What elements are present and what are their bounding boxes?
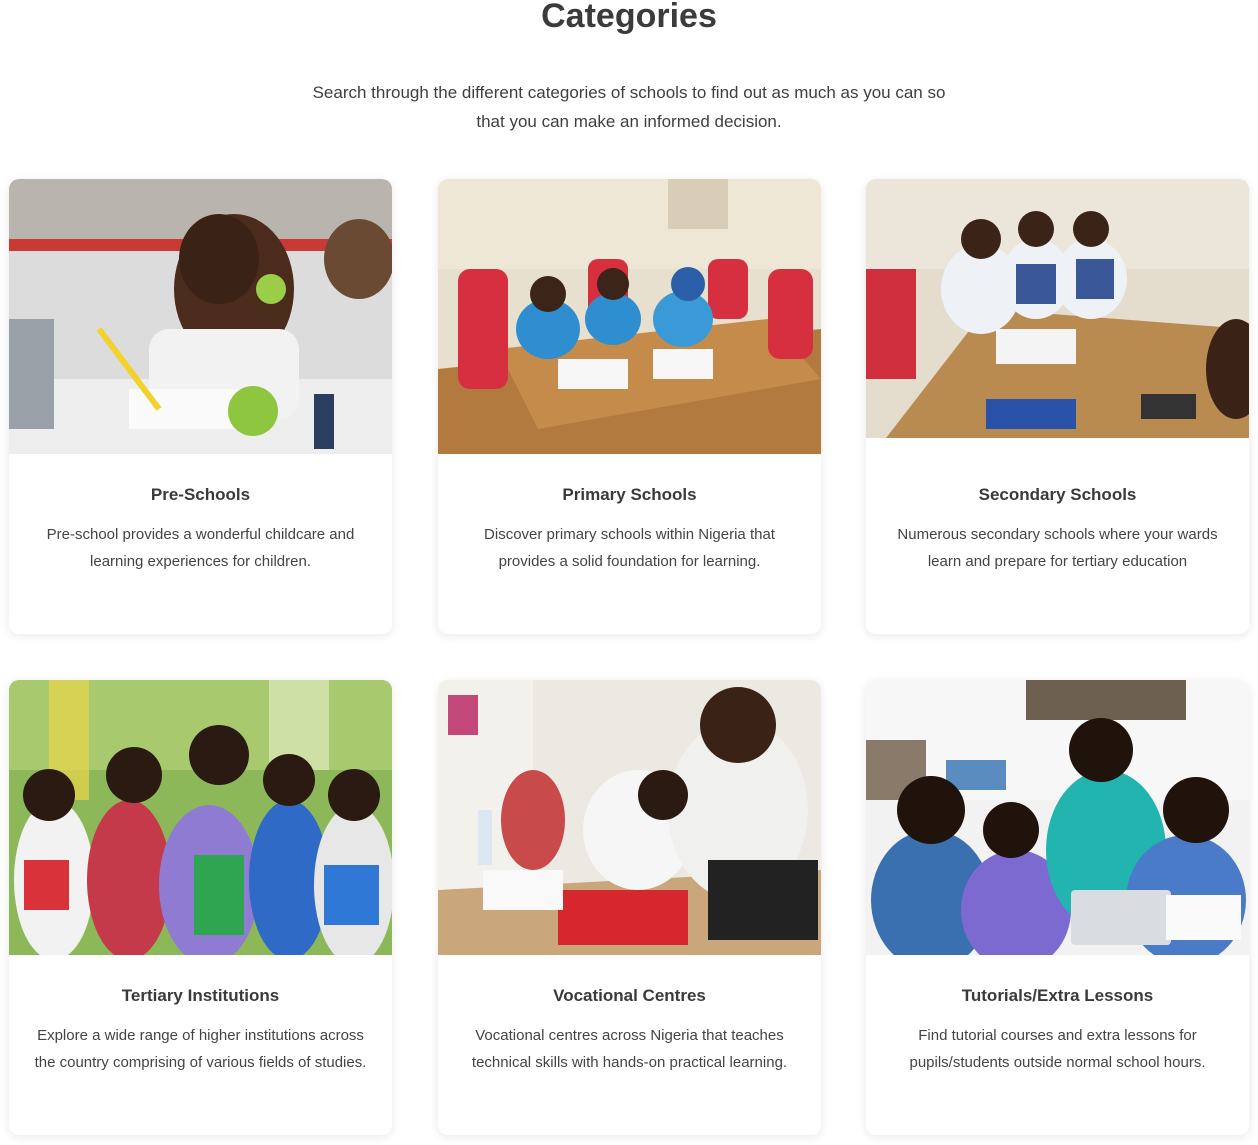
card-description: Explore a wide range of higher instituti… xyxy=(34,1027,367,1071)
category-card-primary-schools[interactable]: Primary Schools Discover primary schools… xyxy=(438,179,821,634)
primary-school-photo[interactable] xyxy=(438,179,821,454)
card-title: Pre-Schools xyxy=(150,485,251,504)
categories-page: Categories Search through the different … xyxy=(0,0,1258,1145)
preschool-photo[interactable] xyxy=(9,179,392,454)
card-description: Find tutorial courses and extra lessons … xyxy=(909,1027,1206,1071)
category-card-secondary-schools[interactable]: Secondary Schools Numerous secondary sch… xyxy=(866,179,1249,634)
card-description: Pre-school provides a wonderful childcar… xyxy=(46,526,355,570)
category-card-pre-schools[interactable]: Pre-Schools Pre-school provides a wonder… xyxy=(9,179,392,634)
card-title: Vocational Centres xyxy=(553,986,706,1005)
card-description: Vocational centres across Nigeria that t… xyxy=(471,1027,788,1071)
secondary-school-photo[interactable] xyxy=(866,179,1249,438)
category-card-vocational-centres[interactable]: Vocational Centres Vocational centres ac… xyxy=(438,680,821,1135)
card-description: Numerous secondary schools where your wa… xyxy=(897,526,1218,570)
card-title: Primary Schools xyxy=(562,485,697,504)
card-description: Discover primary schools within Nigeria … xyxy=(484,526,775,570)
category-card-tertiary-institutions[interactable]: Tertiary Institutions Explore a wide ran… xyxy=(9,680,392,1135)
card-title: Tertiary Institutions xyxy=(121,986,280,1005)
tutorial-lesson-photo[interactable] xyxy=(866,680,1249,955)
tertiary-students-photo[interactable] xyxy=(9,680,392,955)
vocational-workshop-photo[interactable] xyxy=(438,680,821,955)
card-title: Secondary Schools xyxy=(978,485,1137,504)
card-title: Tutorials/Extra Lessons xyxy=(961,986,1154,1005)
category-card-tutorials-extra-lessons[interactable]: Tutorials/Extra Lessons Find tutorial co… xyxy=(866,680,1249,1135)
category-grid: Pre-Schools Pre-school provides a wonder… xyxy=(0,0,1258,1145)
